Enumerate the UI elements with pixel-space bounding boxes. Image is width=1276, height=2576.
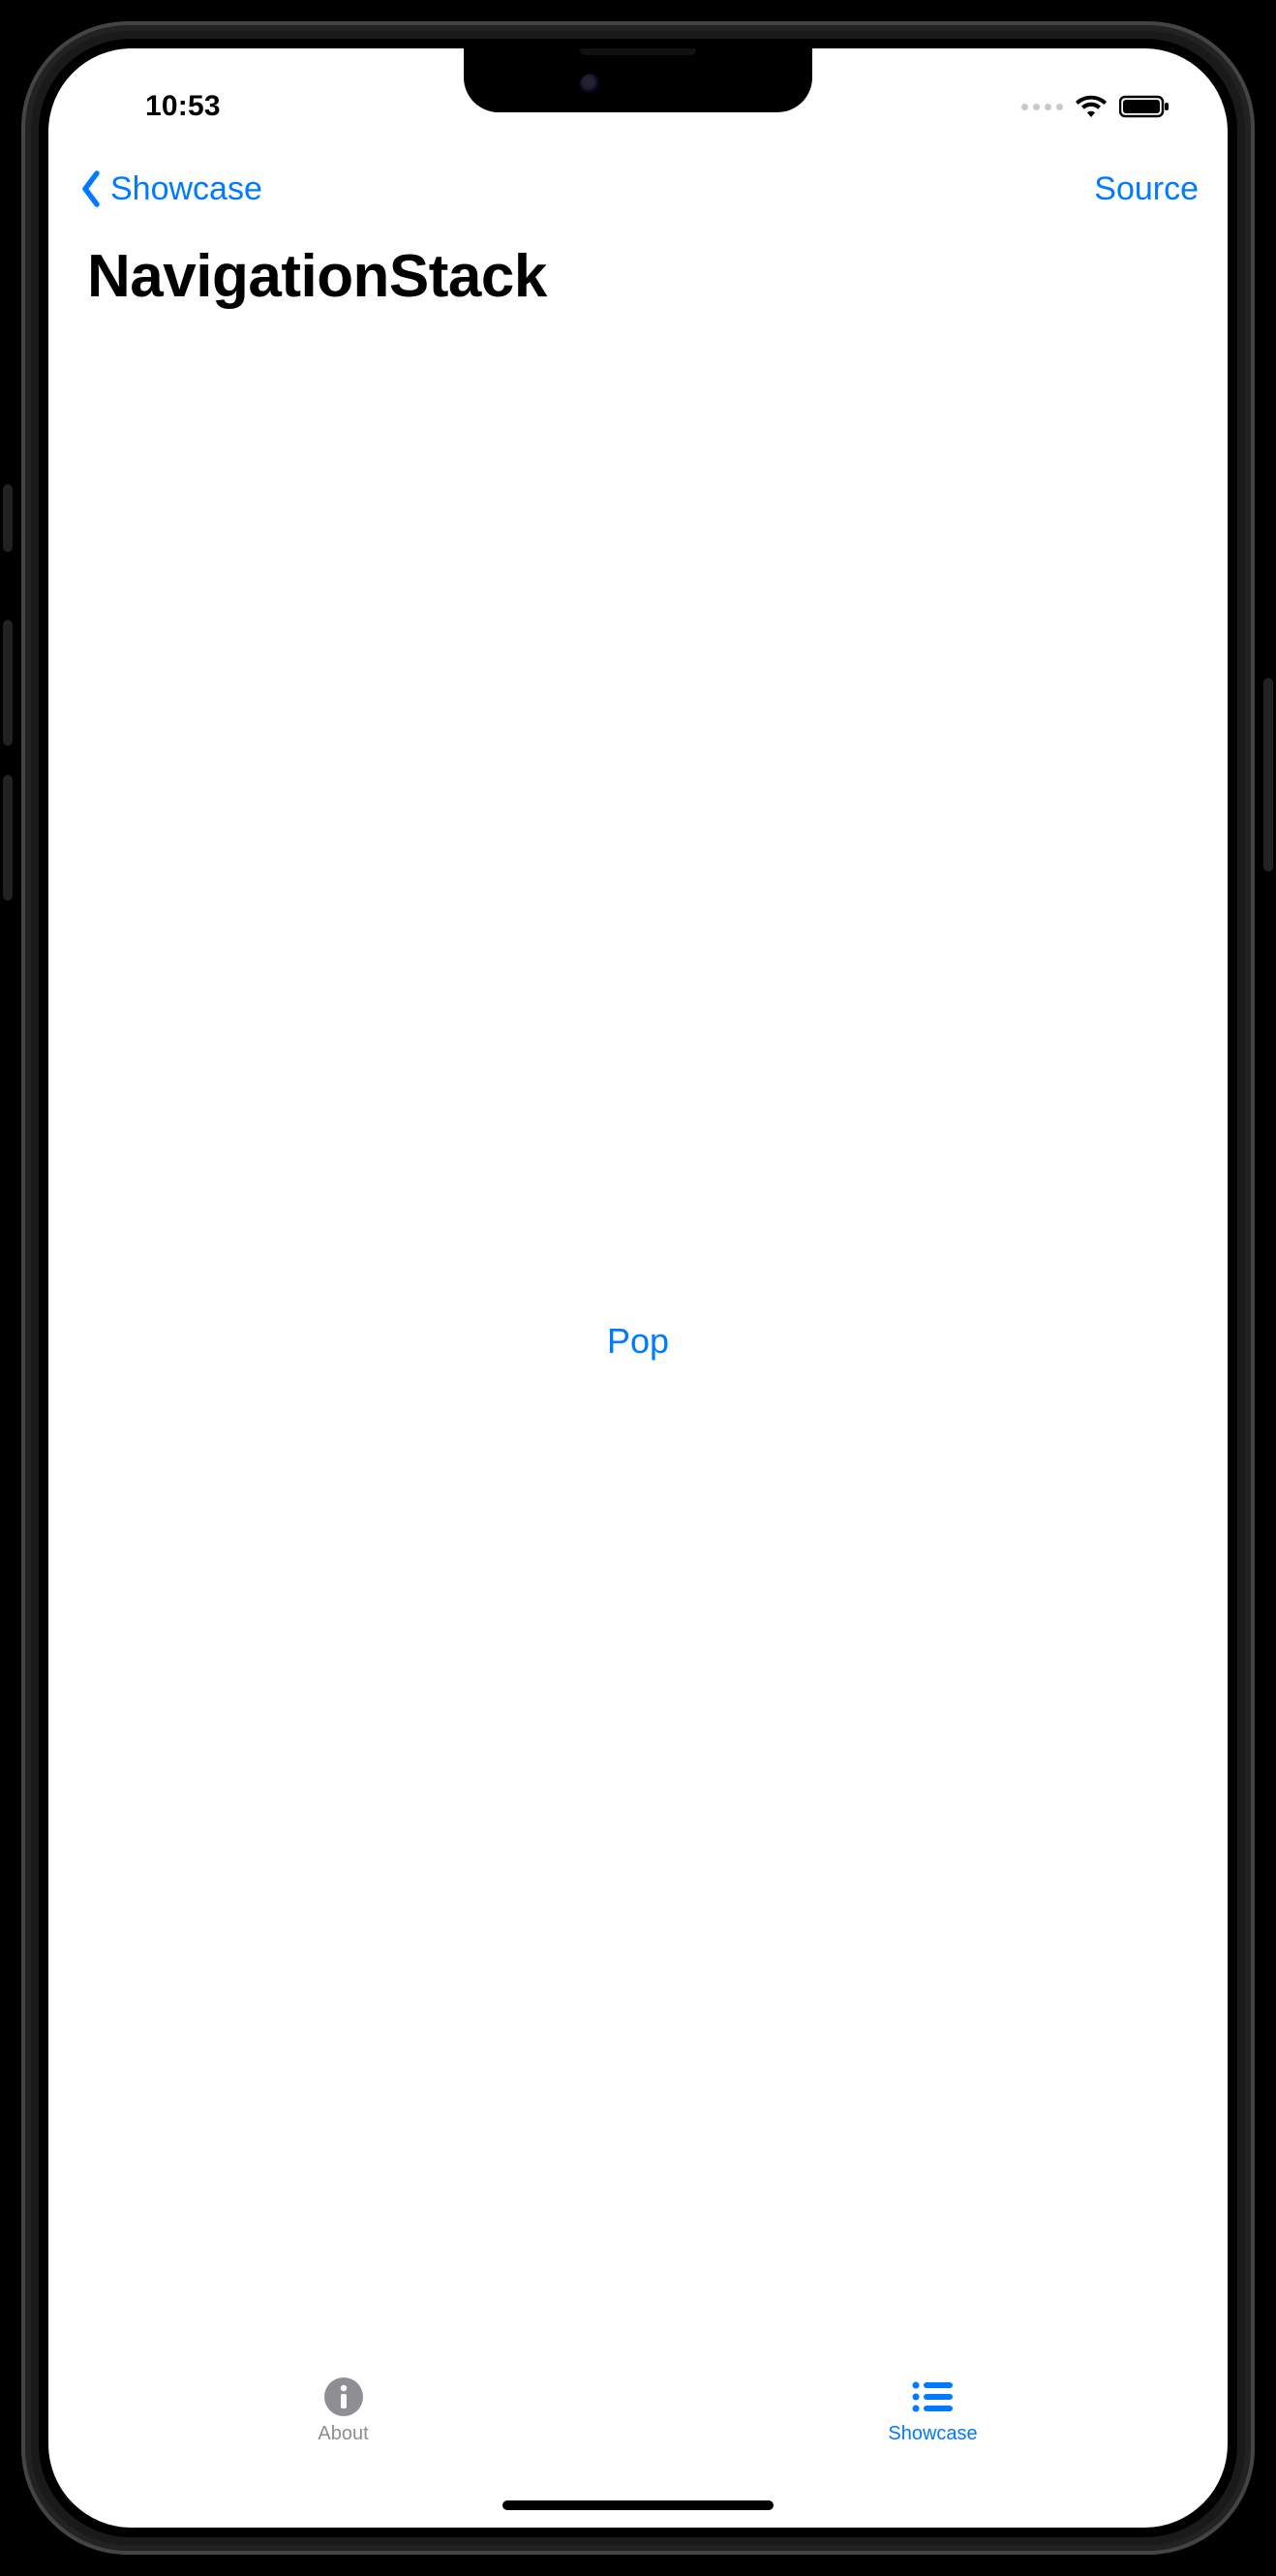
tab-showcase[interactable]: Showcase (638, 2375, 1228, 2445)
info-circle-icon (323, 2375, 364, 2419)
navigation-bar: Showcase Source (48, 145, 1228, 232)
back-button[interactable]: Showcase (77, 168, 262, 210)
status-right-cluster (1021, 95, 1179, 118)
pop-button-label: Pop (607, 1321, 669, 1361)
back-button-label: Showcase (110, 170, 262, 208)
tab-about[interactable]: About (48, 2375, 638, 2445)
device-speaker (580, 48, 696, 55)
tab-showcase-label: Showcase (888, 2423, 977, 2445)
device-volume-down (3, 775, 13, 901)
list-bullet-icon (910, 2375, 957, 2419)
page-title: NavigationStack (48, 232, 1228, 319)
tab-bar: About Showcase (48, 2363, 1228, 2528)
content-area: Pop (48, 319, 1228, 2363)
tab-about-label: About (318, 2423, 368, 2445)
device-silence-switch (3, 484, 13, 552)
chevron-left-icon (77, 168, 105, 210)
status-time: 10:53 (97, 90, 221, 123)
battery-icon (1119, 95, 1171, 118)
device-notch (464, 48, 812, 112)
device-side-button (1263, 678, 1273, 872)
pop-button[interactable]: Pop (607, 1321, 669, 1362)
source-button-label: Source (1094, 170, 1199, 207)
home-indicator[interactable] (502, 2500, 774, 2510)
wifi-icon (1075, 95, 1108, 118)
screen: 10:53 (48, 48, 1228, 2528)
cellular-dots-icon (1021, 104, 1063, 110)
source-button[interactable]: Source (1094, 170, 1199, 208)
device-bezel: 10:53 (39, 39, 1237, 2537)
device-frame: 10:53 (21, 21, 1255, 2555)
device-volume-up (3, 620, 13, 746)
